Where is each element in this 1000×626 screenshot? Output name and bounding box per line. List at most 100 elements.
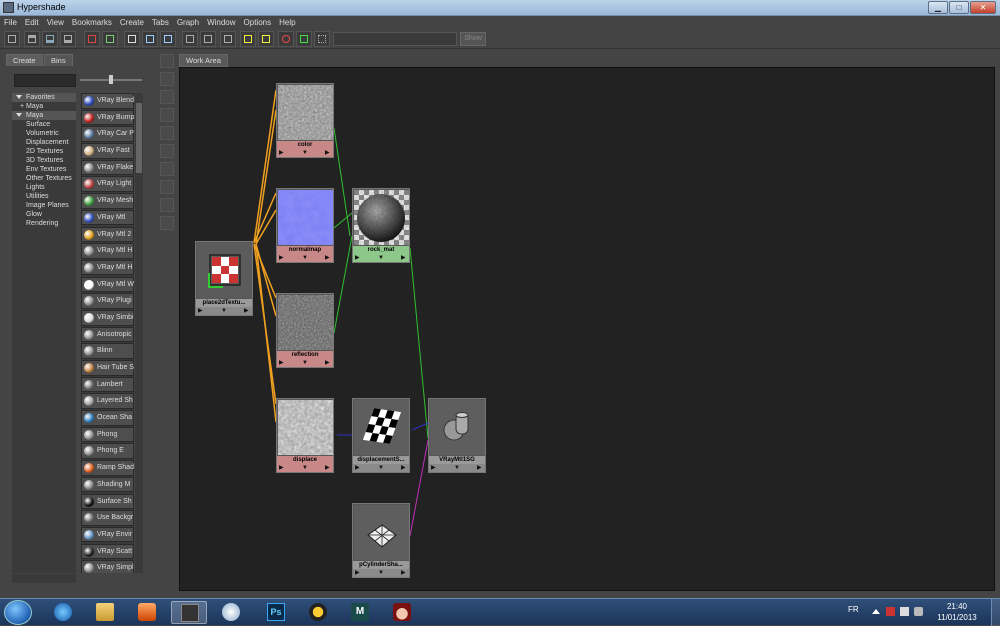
tool-icon[interactable]: [160, 90, 174, 104]
menu-window[interactable]: Window: [203, 16, 239, 29]
node-create-vray-simpl[interactable]: VRay Simpl: [81, 560, 134, 573]
tool-icon[interactable]: [160, 162, 174, 176]
node-create-lambert[interactable]: Lambert: [81, 376, 134, 393]
toggle-panel-icon[interactable]: [4, 31, 20, 47]
category-3d-textures[interactable]: 3D Textures: [12, 156, 76, 165]
node-normalmap[interactable]: normalmap ▶ ▼ ▶: [276, 188, 334, 263]
node-list-scrollbar[interactable]: [135, 93, 143, 573]
node-create-vray-bump[interactable]: VRay Bump: [81, 109, 134, 126]
node-vraymtl1sg[interactable]: VRayMtl1SG ▶ ▼ ▶: [428, 398, 486, 473]
category-scrollbar[interactable]: [12, 574, 76, 583]
category-other-textures[interactable]: Other Textures: [12, 174, 76, 183]
photoshop-icon[interactable]: Ps: [258, 601, 294, 624]
maya-icon[interactable]: M: [342, 601, 378, 624]
tool-icon[interactable]: [160, 126, 174, 140]
filter-input[interactable]: [14, 74, 76, 87]
menu-options[interactable]: Options: [240, 16, 276, 29]
arrange-icon[interactable]: [182, 31, 198, 47]
clear-graph-icon[interactable]: [124, 31, 140, 47]
slider-handle[interactable]: [109, 75, 113, 84]
node-create-phong[interactable]: Phong: [81, 426, 134, 443]
tab-work-area[interactable]: Work Area: [179, 54, 228, 67]
language-indicator[interactable]: FR: [848, 605, 859, 614]
internet-explorer-icon[interactable]: [45, 601, 81, 624]
node-create-vray-simbi[interactable]: VRay Simbi: [81, 309, 134, 326]
rearrange-icon[interactable]: [200, 31, 216, 47]
tool-icon[interactable]: [160, 72, 174, 86]
show-desktop-button[interactable]: [991, 599, 1000, 626]
scrollbar-thumb[interactable]: [136, 103, 142, 173]
expand-arrow-icon[interactable]: [16, 113, 22, 118]
node-color[interactable]: color ▶ ▼ ▶: [276, 83, 334, 158]
graph-network-icon[interactable]: [84, 31, 100, 47]
action-center-icon[interactable]: [886, 607, 895, 616]
node-create-anisotropic[interactable]: Anisotropic: [81, 326, 134, 343]
category-favorites[interactable]: Favorites: [12, 93, 76, 102]
tool-icon[interactable]: [160, 180, 174, 194]
node-rock-mat[interactable]: rock_mat ▶ ▼ ▶: [352, 188, 410, 263]
search-input[interactable]: [333, 32, 457, 46]
node-displace[interactable]: displace ▶ ▼ ▶: [276, 398, 334, 473]
clock-time[interactable]: 21:40: [932, 602, 982, 611]
work-area-canvas[interactable]: place2dTextu... ▶ ▼ ▶ color ▶ ▼ ▶ normalmap …: [179, 67, 995, 591]
sort-icon[interactable]: [258, 31, 274, 47]
layout-bottom-icon[interactable]: [60, 31, 76, 47]
node-create-surface-sh[interactable]: Surface Sh: [81, 493, 134, 510]
node-create-vray-mtl-h[interactable]: VRay Mtl H: [81, 243, 134, 259]
node-create-vray-mtl-2[interactable]: VRay Mtl 2: [81, 226, 134, 243]
node-create-vray-light[interactable]: VRay Light: [81, 176, 134, 193]
node-create-vray-car-p[interactable]: VRay Car P: [81, 126, 134, 142]
node-reflection[interactable]: reflection ▶ ▼ ▶: [276, 293, 334, 368]
maximize-button[interactable]: □: [949, 1, 969, 14]
menu-view[interactable]: View: [43, 16, 68, 29]
layout-top-icon[interactable]: [24, 31, 40, 47]
file-explorer-icon[interactable]: [87, 601, 123, 624]
node-place2dtexture[interactable]: place2dTextu... ▶ ▼ ▶: [195, 241, 253, 316]
node-displacement-shader[interactable]: displacementS... ▶ ▼ ▶: [352, 398, 410, 473]
menu-bookmarks[interactable]: Bookmarks: [68, 16, 116, 29]
node-create-vray-scatt[interactable]: VRay Scatt: [81, 543, 134, 560]
tool-icon[interactable]: [160, 108, 174, 122]
node-create-hair-tube-s[interactable]: Hair Tube S: [81, 360, 134, 376]
node-create-vray-envir[interactable]: VRay Envir: [81, 526, 134, 543]
graph-input-icon[interactable]: [142, 31, 158, 47]
node-create-ramp-shad[interactable]: Ramp Shad: [81, 460, 134, 476]
volume-icon[interactable]: [914, 607, 923, 616]
media-player-icon[interactable]: [129, 601, 165, 624]
ipr-render-icon[interactable]: [296, 31, 312, 47]
clock-date[interactable]: 11/01/2013: [932, 613, 982, 622]
node-create-vray-plugi[interactable]: VRay Plugi: [81, 293, 134, 309]
category-maya[interactable]: + Maya: [12, 102, 76, 111]
tool-icon[interactable]: [160, 216, 174, 230]
node-create-ocean-sha[interactable]: Ocean Sha: [81, 410, 134, 426]
expand-arrow-icon[interactable]: [16, 95, 22, 100]
swatch-icon[interactable]: [220, 31, 236, 47]
category-volumetric[interactable]: Volumetric: [12, 129, 76, 138]
network-icon[interactable]: [900, 607, 909, 616]
category-lights[interactable]: Lights: [12, 183, 76, 192]
grid-icon[interactable]: [314, 31, 330, 47]
graph-upstream-icon[interactable]: [102, 31, 118, 47]
layout-split-icon[interactable]: [42, 31, 58, 47]
node-create-phong-e[interactable]: Phong E: [81, 443, 134, 460]
node-create-use-backgr[interactable]: Use Backgr: [81, 510, 134, 526]
hypershade-app-icon[interactable]: [171, 601, 207, 624]
node-pcylindershape[interactable]: pCylinderSha... ▶ ▼ ▶: [352, 503, 410, 578]
minimize-button[interactable]: ▁: [928, 1, 948, 14]
node-create-layered-sh[interactable]: Layered Sh: [81, 393, 134, 409]
node-create-shading-m[interactable]: Shading M: [81, 476, 134, 493]
nuke-icon[interactable]: [300, 601, 336, 624]
render-swatch-icon[interactable]: [240, 31, 256, 47]
tool-icon[interactable]: [160, 54, 174, 68]
node-create-vray-mtl[interactable]: VRay Mtl: [81, 209, 134, 226]
menu-tabs[interactable]: Tabs: [148, 16, 173, 29]
menu-file[interactable]: File: [0, 16, 21, 29]
node-create-vray-flake[interactable]: VRay Flake: [81, 159, 134, 176]
category-env-textures[interactable]: Env Textures: [12, 165, 76, 174]
start-button[interactable]: [4, 600, 32, 625]
node-create-vray-mtl-w[interactable]: VRay Mtl W: [81, 276, 134, 293]
render-icon[interactable]: [278, 31, 294, 47]
menu-graph[interactable]: Graph: [173, 16, 203, 29]
show-button[interactable]: Show: [460, 32, 486, 46]
category-rendering[interactable]: Rendering: [12, 219, 76, 228]
